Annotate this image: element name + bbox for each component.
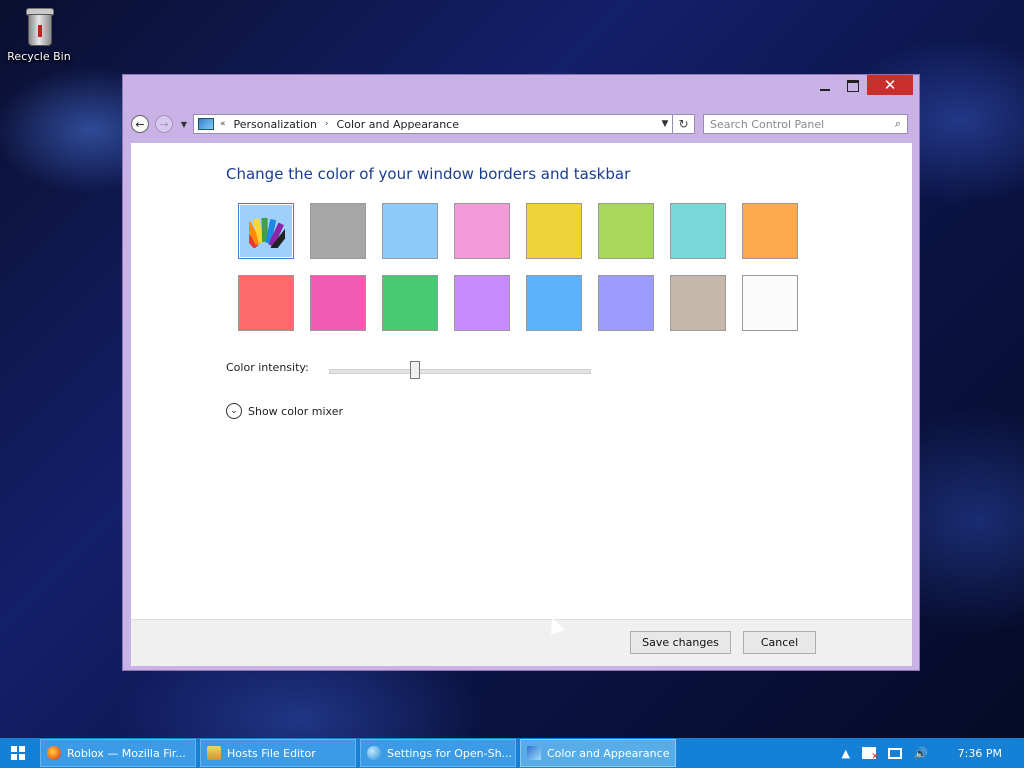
system-tray: ▲ 🔊 7:36 PM: [842, 738, 1024, 768]
network-icon[interactable]: [887, 747, 902, 759]
windows-logo-icon: [11, 746, 25, 760]
maximize-button[interactable]: [839, 75, 867, 97]
content-panel: Change the color of your window borders …: [131, 143, 912, 619]
hosts-file-icon: [207, 746, 221, 760]
back-button[interactable]: ←: [131, 115, 149, 133]
chevron-down-icon: ▼: [661, 119, 669, 129]
close-icon: ✕: [883, 76, 897, 94]
color-swatch[interactable]: [598, 203, 654, 259]
taskbar-button[interactable]: Color and Appearance: [520, 739, 676, 767]
navigation-bar: ← → ▼ « Personalization › Color and Appe…: [131, 113, 911, 135]
color-swatch[interactable]: [454, 275, 510, 331]
color-swatch[interactable]: [382, 203, 438, 259]
recycle-bin-label: Recycle Bin: [7, 50, 71, 63]
breadcrumb-personalization[interactable]: Personalization: [234, 118, 317, 131]
color-intensity-label: Color intensity:: [226, 361, 309, 374]
color-swatch[interactable]: [742, 203, 798, 259]
search-box: ⌕: [703, 114, 908, 134]
show-color-mixer-toggle[interactable]: ⌄ Show color mixer: [226, 403, 343, 419]
dialog-footer: Save changes Cancel: [131, 619, 912, 666]
color-swatch[interactable]: [670, 203, 726, 259]
cancel-button[interactable]: Cancel: [743, 631, 816, 654]
control-panel-icon: [527, 746, 541, 760]
address-history-dropdown[interactable]: ▼: [658, 119, 672, 129]
taskbar-button[interactable]: Hosts File Editor: [200, 739, 356, 767]
action-center-flag-icon[interactable]: [861, 747, 879, 762]
arrow-left-icon: ←: [135, 117, 145, 131]
recycle-bin-icon: [24, 8, 54, 46]
recent-pages-dropdown[interactable]: ▼: [179, 120, 189, 129]
color-swatch-grid: [238, 203, 802, 331]
color-and-appearance-window: ✕ ← → ▼ « Personalization › Color and Ap…: [122, 74, 920, 671]
forward-button[interactable]: →: [155, 115, 173, 133]
color-swatch[interactable]: [742, 275, 798, 331]
arrow-right-icon: →: [159, 117, 169, 131]
save-changes-button[interactable]: Save changes: [630, 631, 731, 654]
firefox-icon: [47, 746, 61, 760]
color-palette-icon: [249, 217, 285, 248]
clock[interactable]: 7:36 PM: [958, 747, 1002, 760]
refresh-button[interactable]: ↻: [673, 114, 695, 134]
slider-thumb[interactable]: [410, 361, 420, 379]
refresh-icon: ↻: [678, 117, 689, 131]
show-hidden-icons-button[interactable]: ▲: [842, 747, 850, 760]
color-swatch[interactable]: [526, 203, 582, 259]
color-swatch[interactable]: [310, 203, 366, 259]
color-swatch[interactable]: [238, 275, 294, 331]
taskbar-button-label: Settings for Open-Sh...: [387, 746, 513, 760]
maximize-icon: [847, 80, 859, 92]
breadcrumb-overflow[interactable]: «: [220, 119, 226, 129]
close-button[interactable]: ✕: [867, 75, 913, 95]
color-swatch[interactable]: [382, 275, 438, 331]
page-title: Change the color of your window borders …: [226, 165, 631, 183]
globe-icon: [367, 746, 381, 760]
color-swatch[interactable]: [454, 203, 510, 259]
color-swatch[interactable]: [598, 275, 654, 331]
control-panel-icon: [198, 118, 214, 130]
taskbar-button[interactable]: Settings for Open-Sh...: [360, 739, 516, 767]
breadcrumb-separator[interactable]: ›: [325, 119, 329, 129]
taskbar: Roblox — Mozilla Fir... Hosts File Editor…: [0, 738, 1024, 768]
taskbar-button[interactable]: Roblox — Mozilla Fir...: [40, 739, 196, 767]
address-bar[interactable]: « Personalization › Color and Appearance…: [193, 114, 673, 134]
show-color-mixer-label: Show color mixer: [248, 404, 343, 418]
color-swatch[interactable]: [526, 275, 582, 331]
search-icon[interactable]: ⌕: [895, 117, 901, 131]
breadcrumb-color-and-appearance[interactable]: Color and Appearance: [337, 118, 459, 131]
color-swatch[interactable]: [310, 275, 366, 331]
recycle-bin-shortcut[interactable]: Recycle Bin: [6, 8, 72, 63]
taskbar-button-label: Color and Appearance: [547, 746, 670, 760]
window-controls: ✕: [811, 75, 913, 97]
taskbar-items: Roblox — Mozilla Fir... Hosts File Editor…: [36, 739, 676, 767]
taskbar-button-label: Roblox — Mozilla Fir...: [67, 746, 186, 760]
volume-icon[interactable]: 🔊: [914, 747, 928, 760]
search-input[interactable]: [710, 117, 895, 131]
color-swatch[interactable]: [670, 275, 726, 331]
expand-chevron-icon: ⌄: [226, 403, 242, 419]
start-button[interactable]: [0, 738, 36, 768]
color-intensity-slider[interactable]: [329, 369, 591, 374]
automatic-color-swatch[interactable]: [238, 203, 294, 259]
taskbar-button-label: Hosts File Editor: [227, 746, 316, 760]
chevron-down-icon: ▼: [180, 119, 188, 129]
minimize-icon: [820, 89, 830, 91]
minimize-button[interactable]: [811, 75, 839, 97]
